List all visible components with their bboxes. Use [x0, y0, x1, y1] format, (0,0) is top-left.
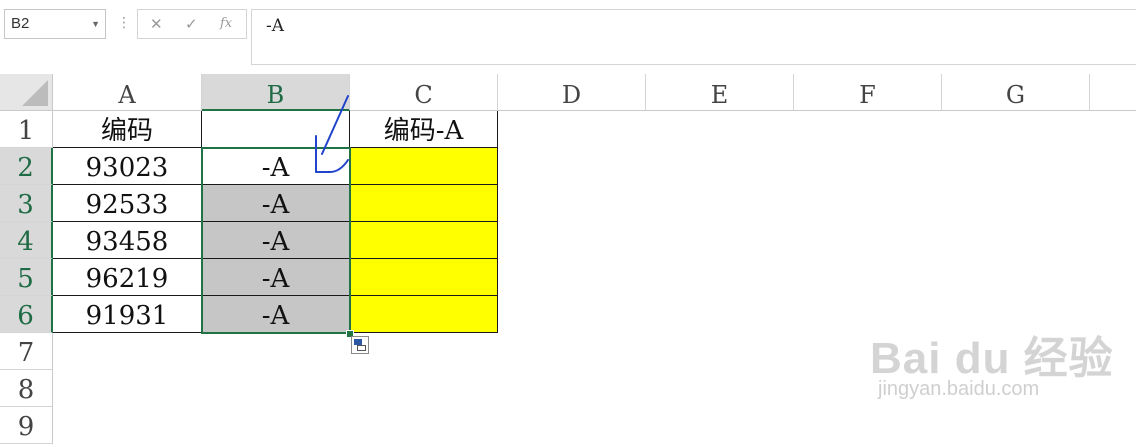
paste-options-icon[interactable]: [351, 336, 369, 354]
cell-B5[interactable]: -A: [202, 259, 350, 296]
row-header-4[interactable]: 4: [0, 222, 53, 259]
row-header-5[interactable]: 5: [0, 259, 53, 296]
watermark-url: jingyan.baidu.com: [878, 378, 1040, 400]
cell-A3[interactable]: 92533: [53, 185, 202, 222]
cell-C5[interactable]: [350, 259, 498, 296]
cell-C1[interactable]: 编码-A: [350, 111, 498, 148]
more-icon: ⋮: [117, 14, 131, 30]
row-header-8[interactable]: 8: [0, 370, 53, 407]
column-header-D[interactable]: D: [498, 74, 646, 111]
column-header-G[interactable]: G: [942, 74, 1090, 111]
row-header-1[interactable]: 1: [0, 111, 53, 148]
formula-bar: B2 ▼ ⋮ ✕ ✓ fx -A: [0, 0, 1136, 74]
cell-A6[interactable]: 91931: [53, 296, 202, 333]
cell-C3[interactable]: [350, 185, 498, 222]
cell-C4[interactable]: [350, 222, 498, 259]
cancel-icon[interactable]: ✕: [150, 15, 163, 33]
row-header-3[interactable]: 3: [0, 185, 53, 222]
name-box[interactable]: B2 ▼: [4, 9, 106, 39]
select-all-button[interactable]: [0, 74, 53, 111]
cell-C6[interactable]: [350, 296, 498, 333]
formula-input[interactable]: -A: [251, 9, 1136, 65]
baidu-watermark: Bai du 经验 jingyan.baidu.com: [870, 300, 1130, 410]
cell-A1[interactable]: 编码: [53, 111, 202, 148]
column-header-H[interactable]: [1090, 74, 1136, 111]
column-header-A[interactable]: A: [53, 74, 202, 111]
cell-A2[interactable]: 93023: [53, 148, 202, 185]
cell-A4[interactable]: 93458: [53, 222, 202, 259]
chevron-down-icon[interactable]: ▼: [91, 10, 100, 38]
name-box-value: B2: [11, 15, 30, 32]
select-all-icon: [22, 80, 48, 106]
cell-B3[interactable]: -A: [202, 185, 350, 222]
cell-A5[interactable]: 96219: [53, 259, 202, 296]
annotation-arrow-icon: [315, 95, 349, 173]
formula-buttons: ✕ ✓ fx: [137, 9, 247, 39]
cell-B6[interactable]: -A: [202, 296, 350, 333]
insert-function-icon[interactable]: fx: [220, 16, 232, 31]
row-header-9[interactable]: 9: [0, 407, 53, 444]
row-header-7[interactable]: 7: [0, 333, 53, 370]
enter-icon[interactable]: ✓: [185, 15, 198, 33]
watermark-brand: Bai du 经验: [870, 334, 1114, 383]
column-header-C[interactable]: C: [350, 74, 498, 111]
cell-C2[interactable]: [350, 148, 498, 185]
row-header-6[interactable]: 6: [0, 296, 53, 333]
column-header-F[interactable]: F: [794, 74, 942, 111]
row-header-2[interactable]: 2: [0, 148, 53, 185]
paste-options-icon-frame: [357, 345, 366, 351]
column-header-E[interactable]: E: [646, 74, 794, 111]
cell-B4[interactable]: -A: [202, 222, 350, 259]
